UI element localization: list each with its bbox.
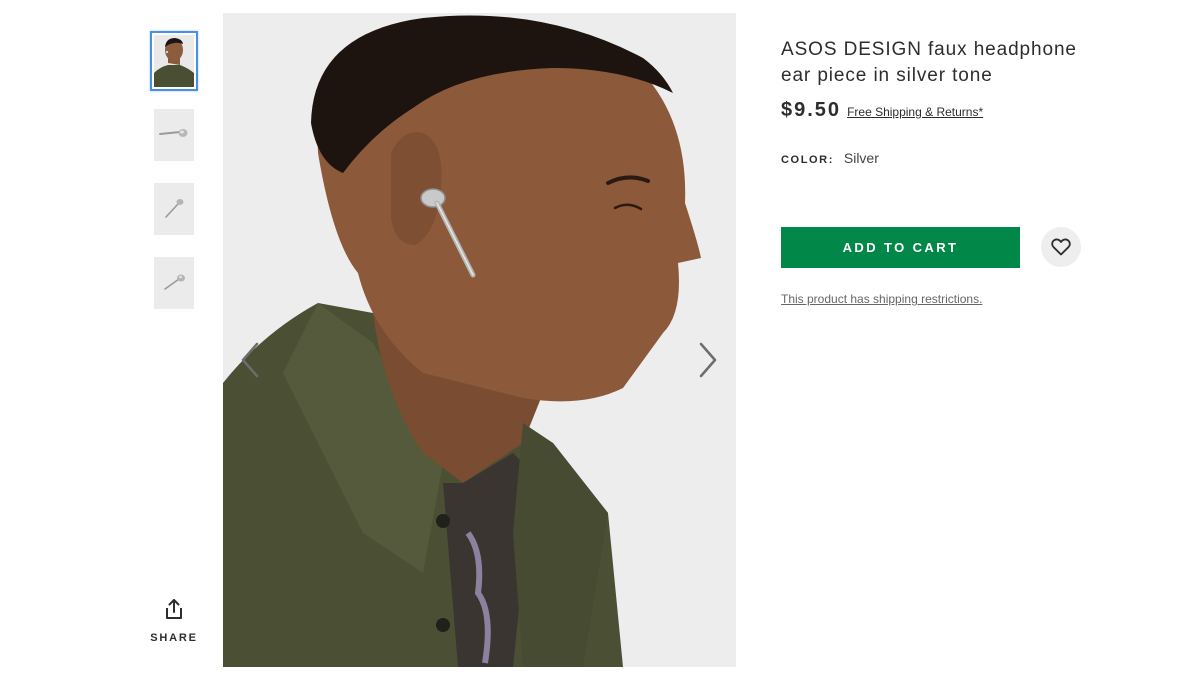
share-button[interactable]: SHARE <box>146 598 202 644</box>
color-row: COLOR: Silver <box>781 150 1101 166</box>
product-price: $9.50 <box>781 99 842 121</box>
save-for-later-button[interactable] <box>1041 227 1081 267</box>
thumbnail-3[interactable] <box>154 183 194 235</box>
shipping-restrictions-link[interactable]: This product has shipping restrictions. <box>781 292 982 306</box>
color-label: COLOR: <box>781 154 834 166</box>
product-title: ASOS DESIGN faux headphone ear piece in … <box>781 39 1077 86</box>
chevron-left-icon <box>241 342 259 378</box>
free-shipping-link[interactable]: Free Shipping & Returns* <box>847 105 983 119</box>
share-label: SHARE <box>150 632 198 644</box>
next-image-button[interactable] <box>693 338 723 382</box>
thumbnail-earpiece-angled-image <box>154 183 194 235</box>
cart-row: ADD TO CART <box>781 227 1081 269</box>
thumbnail-4[interactable] <box>154 257 194 309</box>
thumbnail-model-image <box>154 35 194 87</box>
thumbnail-2[interactable] <box>154 109 194 161</box>
share-icon <box>166 599 182 619</box>
thumbnail-earpiece-detail-image <box>154 257 194 309</box>
price-row: $9.50 Free Shipping & Returns* <box>781 99 1101 122</box>
color-value: Silver <box>843 150 879 166</box>
model-photo <box>223 13 736 667</box>
previous-image-button[interactable] <box>235 338 265 382</box>
product-info: ASOS DESIGN faux headphone ear piece in … <box>781 37 1101 306</box>
heart-icon <box>1051 238 1071 256</box>
thumbnail-1[interactable] <box>150 31 198 91</box>
main-product-image <box>223 13 736 667</box>
thumbnail-earpiece-side-image <box>154 109 194 161</box>
chevron-right-icon <box>699 342 717 378</box>
add-to-cart-button[interactable]: ADD TO CART <box>781 227 1020 268</box>
